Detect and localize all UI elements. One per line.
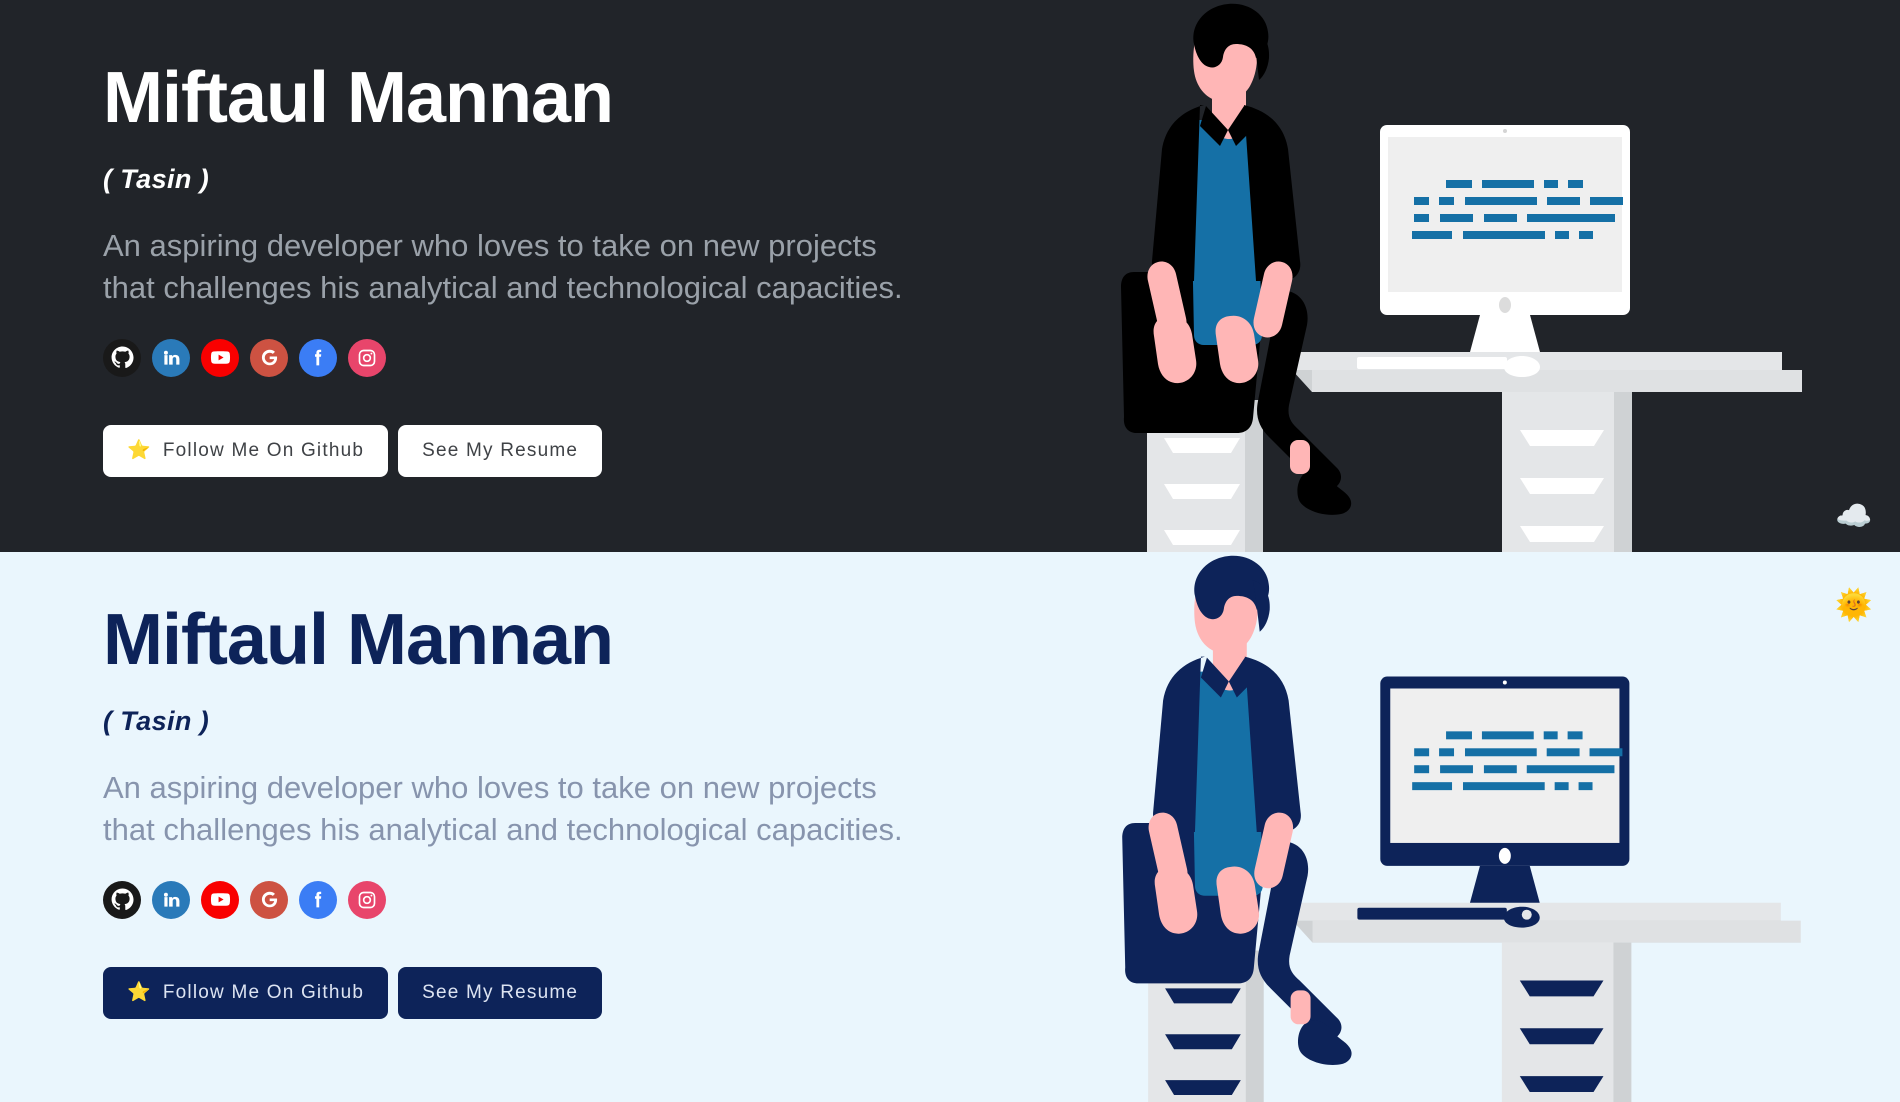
tagline: An aspiring developer who loves to take … <box>103 228 903 305</box>
google-icon[interactable] <box>250 338 288 377</box>
social-links-dark <box>103 338 943 377</box>
social-links-light <box>103 880 943 919</box>
github-icon[interactable] <box>103 880 141 919</box>
hero-buttons-light: ⭐ Follow Me On Github See My Resume <box>103 966 943 1019</box>
youtube-icon[interactable] <box>201 338 239 377</box>
theme-toggle-cloud-icon[interactable]: ☁️ <box>1834 497 1874 537</box>
nickname: ( Tasin ) <box>103 164 210 194</box>
youtube-icon[interactable] <box>201 880 239 919</box>
instagram-icon[interactable] <box>348 880 386 919</box>
star-icon: ⭐ <box>127 440 152 462</box>
hero-buttons-dark: ⭐ Follow Me On Github See My Resume <box>103 424 943 477</box>
follow-github-button[interactable]: ⭐ Follow Me On Github <box>103 424 389 477</box>
see-resume-button[interactable]: See My Resume <box>398 424 603 477</box>
see-resume-button[interactable]: See My Resume <box>398 966 603 1019</box>
hero-section-dark: Miftaul Mannan ( Tasin ) An aspiring dev… <box>0 0 1900 552</box>
theme-toggle-sun-icon[interactable]: 🌞 <box>1834 586 1874 626</box>
portfolio-hero-page: Miftaul Mannan ( Tasin ) An aspiring dev… <box>0 0 1900 1102</box>
facebook-icon[interactable] <box>299 880 337 919</box>
hero-copy-light: Miftaul Mannan ( Tasin ) An aspiring dev… <box>103 604 943 1019</box>
follow-github-button-label: Follow Me On Github <box>162 981 365 1003</box>
instagram-icon[interactable] <box>348 338 386 377</box>
developer-illustration-light <box>1002 552 1812 1102</box>
follow-github-button-label: Follow Me On Github <box>162 439 365 461</box>
hero-copy-dark: Miftaul Mannan ( Tasin ) An aspiring dev… <box>103 62 943 477</box>
follow-github-button[interactable]: ⭐ Follow Me On Github <box>103 966 389 1019</box>
tagline-light: An aspiring developer who loves to take … <box>103 770 903 847</box>
see-resume-button-label: See My Resume <box>422 981 579 1003</box>
google-icon[interactable] <box>250 880 288 919</box>
linkedin-icon[interactable] <box>152 338 190 377</box>
linkedin-icon[interactable] <box>152 880 190 919</box>
page-title: Miftaul Mannan <box>103 58 614 138</box>
developer-illustration-dark <box>1002 0 1812 552</box>
page-title-light: Miftaul Mannan <box>103 600 614 680</box>
hero-section-light: Miftaul Mannan ( Tasin ) An aspiring dev… <box>0 552 1900 1102</box>
facebook-icon[interactable] <box>299 338 337 377</box>
github-icon[interactable] <box>103 338 141 377</box>
see-resume-button-label: See My Resume <box>422 439 579 461</box>
star-icon: ⭐ <box>127 982 152 1004</box>
nickname-light: ( Tasin ) <box>103 706 210 736</box>
